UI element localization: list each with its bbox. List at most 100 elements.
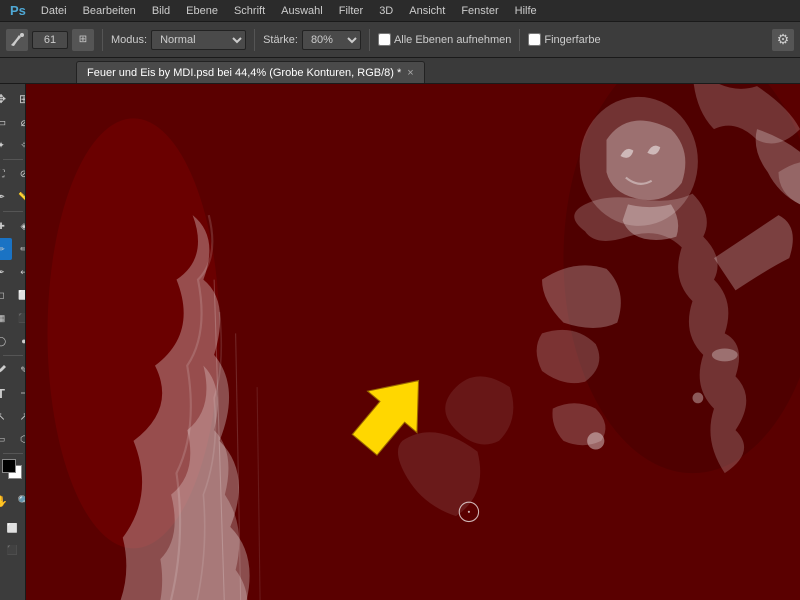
toolbar: ⊞ Modus: Normal Auflösen Abdunkeln Multi…: [0, 22, 800, 58]
canvas-area[interactable]: [26, 84, 800, 600]
tool-extra-2[interactable]: ⬛: [2, 539, 24, 561]
tool-eraser[interactable]: ◻: [0, 284, 12, 306]
staerke-label: Stärke:: [263, 34, 298, 46]
tool-pair-move: ✥ ⊞: [0, 88, 26, 110]
tool-pen[interactable]: [0, 359, 12, 381]
tool-brush[interactable]: ✏: [0, 238, 12, 260]
tool-dodge[interactable]: ◯: [0, 330, 12, 352]
menu-fenster[interactable]: Fenster: [454, 3, 505, 19]
tool-direct-select[interactable]: ↗: [13, 405, 26, 427]
tool-pair-dodge: ◯ ●: [0, 330, 26, 352]
menu-3d[interactable]: 3D: [372, 3, 400, 19]
tool-clone-stamp[interactable]: ✒: [0, 261, 12, 283]
brush-icon[interactable]: [6, 29, 28, 51]
foreground-color-swatch[interactable]: [2, 459, 16, 473]
tool-pair-heal: ✚ ◈: [0, 215, 26, 237]
artwork-svg: [26, 84, 800, 600]
tool-crop[interactable]: ⛶: [0, 163, 12, 185]
tab-bar: Feuer und Eis by MDI.psd bei 44,4% (Grob…: [0, 58, 800, 84]
tool-path-select[interactable]: ↖: [0, 405, 12, 427]
tool-sep-3: [3, 355, 23, 356]
tool-shape2[interactable]: ⬡: [13, 428, 26, 450]
modus-select[interactable]: Normal Auflösen Abdunkeln Multiplizieren: [151, 30, 246, 50]
tool-pair-shape: ▭ ⬡: [0, 428, 26, 450]
tool-magic-wand[interactable]: ✧: [13, 134, 26, 156]
tool-sep-2: [3, 211, 23, 212]
menu-schrift[interactable]: Schrift: [227, 3, 272, 19]
tool-vertical-text[interactable]: T: [13, 382, 26, 404]
menu-bearbeiten[interactable]: Bearbeiten: [76, 3, 143, 19]
tool-text[interactable]: T: [0, 382, 12, 404]
tool-pencil[interactable]: ✏: [13, 238, 26, 260]
tool-patch[interactable]: ◈: [13, 215, 26, 237]
tool-sep-1: [3, 159, 23, 160]
tool-pair-path: ↖ ↗: [0, 405, 26, 427]
menu-filter[interactable]: Filter: [332, 3, 370, 19]
menu-ansicht[interactable]: Ansicht: [402, 3, 452, 19]
tool-rect-marquee[interactable]: ▭: [0, 111, 12, 133]
staerke-group: Stärke: 80% 100% 60% 40%: [263, 30, 361, 50]
tool-gradient[interactable]: ▦: [0, 307, 12, 329]
fingerfarbe-label: Fingerfarbe: [544, 34, 600, 46]
artwork: [26, 84, 800, 600]
color-swatches[interactable]: [2, 459, 24, 487]
tool-shape[interactable]: ▭: [0, 428, 12, 450]
alle-ebenen-group: Alle Ebenen aufnehmen: [378, 33, 511, 46]
tool-artboard[interactable]: ⊞: [13, 88, 26, 110]
toolbar-sep-4: [519, 29, 520, 51]
tool-pair-select: ✦ ✧: [0, 134, 26, 156]
tool-pair-eyedropper: ✒ 📏: [0, 186, 26, 208]
tool-burn[interactable]: ●: [13, 330, 26, 352]
alle-ebenen-checkbox[interactable]: [378, 33, 391, 46]
tool-eyedropper[interactable]: ✒: [0, 186, 12, 208]
modus-group: Modus: Normal Auflösen Abdunkeln Multipl…: [111, 30, 246, 50]
tool-history-brush[interactable]: ↩: [13, 261, 26, 283]
main-area: ✥ ⊞ ▭ ⌀ ✦ ✧ ⛶: [0, 84, 800, 600]
tool-pair-marquee: ▭ ⌀: [0, 111, 26, 133]
tool-hand[interactable]: ✋: [0, 490, 12, 512]
menu-ebene[interactable]: Ebene: [179, 3, 225, 19]
tool-extra-1[interactable]: ⬜: [2, 517, 24, 539]
tool-sep-4: [3, 453, 23, 454]
menu-datei[interactable]: Datei: [34, 3, 74, 19]
menu-bild[interactable]: Bild: [145, 3, 177, 19]
tool-ruler[interactable]: 📏: [13, 186, 26, 208]
app-logo: Ps: [4, 3, 32, 18]
tool-quick-select[interactable]: ✦: [0, 134, 12, 156]
toolbar-sep-3: [369, 29, 370, 51]
toolbar-sep-2: [254, 29, 255, 51]
tab-close-button[interactable]: ×: [407, 67, 413, 79]
tool-pair-crop: ⛶ ⊘: [0, 163, 26, 185]
menu-auswahl[interactable]: Auswahl: [274, 3, 330, 19]
alle-ebenen-label: Alle Ebenen aufnehmen: [394, 34, 511, 46]
fingerfarbe-group: Fingerfarbe: [528, 33, 600, 46]
toolbar-sep-1: [102, 29, 103, 51]
menu-bar: Ps Datei Bearbeiten Bild Ebene Schrift A…: [0, 0, 800, 22]
tool-slice[interactable]: ⊘: [13, 163, 26, 185]
tool-move[interactable]: ✥: [0, 88, 12, 110]
tool-fill[interactable]: ⬛: [13, 307, 26, 329]
canvas-tab[interactable]: Feuer und Eis by MDI.psd bei 44,4% (Grob…: [76, 61, 425, 83]
tool-pair-brush: ✏ ✏: [0, 238, 26, 260]
tool-pair-text: T T: [0, 382, 26, 404]
brush-size-input[interactable]: [32, 31, 68, 49]
left-toolbar: ✥ ⊞ ▭ ⌀ ✦ ✧ ⛶: [0, 84, 26, 600]
brush-tool-group: ⊞: [6, 29, 94, 51]
tab-title: Feuer und Eis by MDI.psd bei 44,4% (Grob…: [87, 67, 401, 79]
staerke-select[interactable]: 80% 100% 60% 40%: [302, 30, 361, 50]
tool-bg-eraser[interactable]: ⬜: [13, 284, 26, 306]
tool-freeform-pen[interactable]: ✎: [13, 359, 26, 381]
extra-tools: ⬜ ⬛: [2, 517, 24, 561]
menu-hilfe[interactable]: Hilfe: [508, 3, 544, 19]
tool-lasso[interactable]: ⌀: [13, 111, 26, 133]
modus-label: Modus:: [111, 34, 147, 46]
tool-spot-heal[interactable]: ✚: [0, 215, 12, 237]
tool-pair-eraser: ◻ ⬜: [0, 284, 26, 306]
tool-pair-nav: ✋ 🔍: [0, 490, 26, 512]
tool-zoom[interactable]: 🔍: [13, 490, 26, 512]
extra-settings-icon[interactable]: ⚙: [772, 29, 794, 51]
tool-pair-gradient: ▦ ⬛: [0, 307, 26, 329]
brush-toggle-icon[interactable]: ⊞: [72, 29, 94, 51]
fingerfarbe-checkbox[interactable]: [528, 33, 541, 46]
tool-pair-stamp: ✒ ↩: [0, 261, 26, 283]
